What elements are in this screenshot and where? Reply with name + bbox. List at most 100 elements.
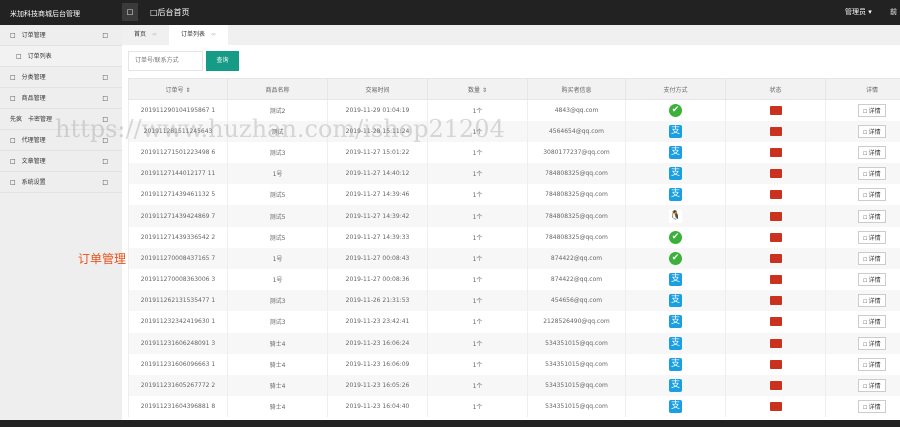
tab-home[interactable]: 首页 ∞ bbox=[122, 25, 169, 45]
sidebar-item[interactable]: □ 系统设置 □ bbox=[0, 172, 122, 193]
detail-button[interactable]: □ 详情 bbox=[858, 315, 886, 329]
detail-button[interactable]: □ 详情 bbox=[858, 167, 886, 181]
column-header[interactable]: 订单号 ⇕ bbox=[128, 78, 228, 100]
table-row: 201911271439424869 7 测试5 2019-11-27 14:39:… bbox=[128, 205, 900, 227]
detail-button[interactable]: □ 详情 bbox=[858, 294, 886, 308]
expand-icon: □ bbox=[102, 32, 108, 39]
cell: 测试2 bbox=[227, 99, 328, 121]
cell: 2019-11-27 00:08:36 bbox=[327, 269, 428, 291]
sidebar-item[interactable]: □ 代理管理 □ bbox=[0, 130, 122, 151]
sidebar-item[interactable]: □ 文章管理 □ bbox=[0, 151, 122, 172]
status-cell bbox=[725, 269, 826, 291]
cell: 201911262131535477 1 bbox=[128, 290, 228, 312]
cell: 4843@qq.com bbox=[527, 99, 626, 121]
close-icon[interactable]: ∞ bbox=[211, 31, 216, 38]
detail-button[interactable]: □ 详情 bbox=[858, 103, 886, 117]
cell: 2019-11-27 14:39:46 bbox=[327, 184, 428, 206]
detail-button[interactable]: □ 详情 bbox=[858, 124, 886, 138]
detail-button[interactable]: □ 详情 bbox=[858, 357, 886, 371]
frontend-link[interactable]: 前 bbox=[890, 7, 897, 17]
detail-cell: □ 详情 bbox=[825, 205, 900, 227]
pay-cell: 支 bbox=[625, 396, 726, 418]
unpaid-status-icon bbox=[769, 338, 782, 348]
detail-cell: □ 详情 bbox=[825, 332, 900, 354]
detail-cell: □ 详情 bbox=[825, 163, 900, 185]
detail-button[interactable]: □ 详情 bbox=[858, 273, 886, 287]
detail-button[interactable]: □ 详情 bbox=[858, 400, 886, 414]
pay-cell: ✔ bbox=[625, 247, 726, 269]
table-row: 201911231606248091 3 骑士4 2019-11-23 16:06:… bbox=[128, 332, 900, 354]
menu-icon: □ bbox=[10, 158, 16, 165]
cell: 2019-11-27 00:08:43 bbox=[327, 247, 428, 269]
tab-order-list[interactable]: 订单列表 ∞ bbox=[169, 25, 229, 45]
unpaid-status-icon bbox=[769, 169, 782, 179]
cell: 201911231606248091 3 bbox=[128, 332, 228, 354]
sidebar-item[interactable]: □ 分类管理 □ bbox=[0, 67, 122, 88]
column-header: 详情 bbox=[825, 78, 900, 100]
unpaid-status-icon bbox=[769, 317, 782, 327]
table-row: 201911231604396881 8 骑士4 2019-11-23 16:04:… bbox=[128, 396, 900, 418]
unpaid-status-icon bbox=[769, 402, 782, 412]
table-row: 201911290104195867 1 测试2 2019-11-29 01:04:… bbox=[128, 99, 900, 121]
column-header: 交易时间 bbox=[327, 78, 428, 100]
status-cell bbox=[725, 332, 826, 354]
cell: 201911271439424869 7 bbox=[128, 205, 228, 227]
unpaid-status-icon bbox=[769, 232, 782, 242]
cell: 测试5 bbox=[227, 205, 328, 227]
detail-button[interactable]: □ 详情 bbox=[858, 379, 886, 393]
detail-cell: □ 详情 bbox=[825, 226, 900, 248]
status-cell bbox=[725, 226, 826, 248]
top-bar: 米加科技商城后台管理 □ □后台首页 管理员 ▾ 前 bbox=[0, 0, 900, 25]
sidebar-item-label: 订单列表 bbox=[27, 53, 52, 60]
detail-button[interactable]: □ 详情 bbox=[858, 209, 886, 223]
close-icon[interactable]: ∞ bbox=[152, 31, 157, 38]
status-cell bbox=[725, 374, 826, 397]
cell: 3080177237@qq.com bbox=[527, 141, 626, 164]
cell: 1个 bbox=[427, 205, 528, 227]
cell: 784808325@qq.com bbox=[527, 226, 626, 248]
detail-cell: □ 详情 bbox=[825, 311, 900, 333]
unpaid-status-icon bbox=[769, 359, 782, 369]
detail-button[interactable]: □ 详情 bbox=[858, 230, 886, 244]
table-row: 201911270008363006 3 1号 2019-11-27 00:08:3… bbox=[128, 269, 900, 291]
alipay-icon: 支 bbox=[669, 315, 682, 329]
status-cell bbox=[725, 396, 826, 418]
detail-button[interactable]: □ 详情 bbox=[858, 145, 886, 159]
cell: 2019-11-29 01:04:19 bbox=[327, 99, 428, 121]
cell: 784808325@qq.com bbox=[527, 163, 626, 185]
table-row: 201911231606096663 1 骑士4 2019-11-23 16:06:… bbox=[128, 353, 900, 375]
cell: 1个 bbox=[427, 396, 528, 418]
menu-toggle-button[interactable]: □ bbox=[122, 3, 138, 21]
cell: 1个 bbox=[427, 226, 528, 248]
cell: 骑士4 bbox=[227, 353, 328, 375]
sidebar-item[interactable]: 先疯 卡密管理 □ bbox=[0, 109, 122, 130]
sidebar-item-label: 订单管理 bbox=[21, 32, 46, 39]
table-row: 201911271439336542 2 测试5 2019-11-27 14:39:… bbox=[128, 226, 900, 248]
cell: 2019-11-26 21:31:53 bbox=[327, 290, 428, 312]
sidebar-item[interactable]: □ 订单列表 bbox=[0, 46, 122, 67]
detail-button[interactable]: □ 详情 bbox=[858, 251, 886, 265]
sidebar-item[interactable]: □ 订单管理 □ bbox=[0, 25, 122, 46]
cell: 1个 bbox=[427, 311, 528, 333]
app-title: 米加科技商城后台管理 bbox=[10, 10, 80, 18]
column-header: 支付方式 bbox=[625, 78, 726, 100]
query-button[interactable]: 查询 bbox=[206, 51, 239, 71]
floating-label: 订单管理 bbox=[78, 252, 127, 266]
cell: 1号 bbox=[227, 163, 328, 185]
cell: 534351015@qq.com bbox=[527, 374, 626, 397]
menu-icon: □ bbox=[10, 137, 16, 144]
column-header[interactable]: 数量 ⇕ bbox=[427, 78, 528, 100]
pay-cell: 支 bbox=[625, 120, 726, 142]
cell: 1个 bbox=[427, 120, 528, 142]
sidebar-item[interactable]: □ 商品管理 □ bbox=[0, 88, 122, 109]
detail-cell: □ 详情 bbox=[825, 184, 900, 206]
search-input[interactable] bbox=[128, 51, 203, 71]
detail-button[interactable]: □ 详情 bbox=[858, 188, 886, 202]
alipay-icon: 支 bbox=[669, 273, 682, 287]
alipay-icon: 支 bbox=[669, 294, 682, 308]
admin-user-menu[interactable]: 管理员 ▾ bbox=[845, 7, 872, 17]
detail-button[interactable]: □ 详情 bbox=[858, 336, 886, 350]
admin-home-link[interactable]: □后台首页 bbox=[150, 7, 190, 18]
table-row: 20191127144012177 11 1号 2019-11-27 14:40:1… bbox=[128, 163, 900, 185]
pay-cell: 支 bbox=[625, 269, 726, 291]
